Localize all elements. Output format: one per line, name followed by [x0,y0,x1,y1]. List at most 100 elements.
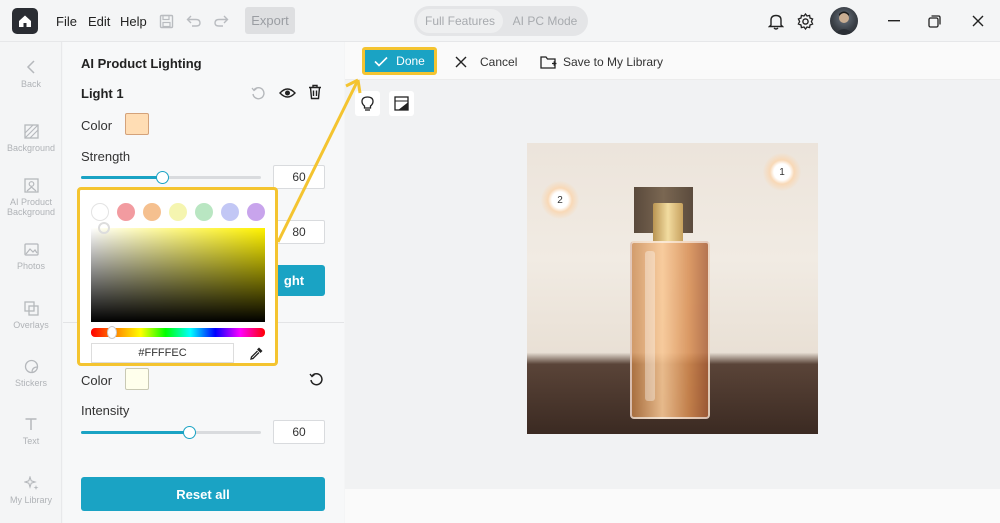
rail-label: Stickers [14,378,47,388]
overlays-icon [22,299,40,317]
lightbulb-icon [361,95,374,111]
rail-label: Overlays [13,320,49,330]
library-icon [22,474,40,492]
lightbulb-tool[interactable] [355,91,380,116]
done-label: Done [396,54,425,68]
rail-item-back[interactable]: Back [0,58,62,89]
preset-color-7[interactable] [247,203,265,221]
ambient-light-icon [394,96,409,111]
rail-item-photos[interactable]: Photos [0,240,62,271]
intensity-knob[interactable] [183,426,196,439]
ai-background-icon [22,176,40,194]
preset-color-2[interactable] [117,203,135,221]
color-label: Color [81,118,113,133]
light-marker-1[interactable]: 1 [763,153,801,191]
reset-all-label: Reset all [176,486,230,502]
photo-icon [22,240,40,258]
saturation-value-area[interactable] [91,228,265,322]
rail-label: Back [20,79,41,89]
folder-add-icon[interactable] [538,52,558,72]
eye-icon[interactable] [278,84,296,102]
rail-label: Text [22,436,40,446]
canvas-footer [345,489,1000,523]
bell-icon[interactable] [766,11,786,31]
rail-label: My Library [9,495,52,505]
check-icon [374,56,388,67]
rail-item-ai-product-background[interactable]: AI Product Background [0,176,62,217]
reset-light-icon[interactable] [249,84,267,102]
light-name: Light 1 [81,86,124,101]
intensity-label: Intensity [81,403,130,418]
add-light-button-label: ght [283,273,305,288]
preset-color-4[interactable] [169,203,187,221]
left-rail: Back Background AI Product Background Ph… [0,42,62,523]
reset-ambient-icon[interactable] [307,370,325,388]
avatar[interactable] [830,7,858,35]
hex-input[interactable]: #FFFFEC [91,343,234,363]
save-icon[interactable] [156,11,176,31]
home-button[interactable] [12,8,38,34]
cancel-button[interactable]: Cancel [480,55,517,69]
gear-icon[interactable] [795,11,815,31]
done-button[interactable]: Done [362,47,437,75]
action-bar [345,42,1000,80]
reset-all-button[interactable]: Reset all [81,477,325,511]
rail-item-my-library[interactable]: My Library [0,474,62,505]
cancel-icon[interactable] [451,52,471,72]
strength-label: Strength [81,149,131,164]
light-marker-2[interactable]: 2 [541,181,579,219]
mode-full-features[interactable]: Full Features [417,9,503,33]
rail-label: Background [6,143,56,153]
home-icon [19,15,31,27]
mode-switch: Full Features AI PC Mode [414,6,588,36]
text-icon [22,415,40,433]
top-bar: File Edit Help Export Full Features AI P… [0,0,1000,42]
background-icon [22,122,40,140]
preset-color-6[interactable] [221,203,239,221]
preset-color-3[interactable] [143,203,161,221]
light-color-swatch[interactable] [125,113,149,135]
minimize-icon[interactable] [884,11,904,31]
strength-value[interactable]: 60 [273,165,325,189]
redo-icon[interactable] [211,11,231,31]
eyedropper-icon[interactable] [246,343,266,363]
bottle-shine [645,251,655,401]
hue-knob[interactable] [107,326,117,339]
hue-slider[interactable] [91,328,265,337]
perfume-bottle [630,241,710,419]
saturation-cursor[interactable] [98,222,110,234]
menu-help[interactable]: Help [120,14,147,29]
rail-item-text[interactable]: Text [0,415,62,446]
rail-item-background[interactable]: Background [0,122,62,153]
strength-fill [81,176,162,179]
strength-slider[interactable] [81,171,261,184]
strength-knob[interactable] [156,171,169,184]
ambient-tool[interactable] [389,91,414,116]
rail-label: AI Product Background [6,197,56,217]
chevron-left-icon [22,58,40,76]
rail-label: Photos [16,261,46,271]
second-value[interactable]: 80 [273,220,325,244]
menu-edit[interactable]: Edit [88,14,110,29]
undo-icon[interactable] [183,11,203,31]
mode-ai-pc[interactable]: AI PC Mode [504,9,586,33]
intensity-slider[interactable] [81,426,261,439]
sticker-icon [22,357,40,375]
ambient-color-swatch[interactable] [125,368,149,390]
restore-icon[interactable] [924,11,944,31]
bottle-neck [653,203,683,243]
menu-file[interactable]: File [56,14,77,29]
panel-title: AI Product Lighting [81,56,202,71]
trash-icon[interactable] [306,83,324,101]
rail-item-overlays[interactable]: Overlays [0,299,62,330]
export-button[interactable]: Export [245,7,295,34]
close-icon[interactable] [968,11,988,31]
rail-item-stickers[interactable]: Stickers [0,357,62,388]
preset-color-1[interactable] [91,203,109,221]
intensity-fill [81,431,189,434]
intensity-value[interactable]: 60 [273,420,325,444]
preset-color-5[interactable] [195,203,213,221]
product-photo[interactable]: 1 2 [527,143,818,434]
save-to-library-button[interactable]: Save to My Library [563,55,663,69]
color-picker: #FFFFEC [77,187,278,366]
